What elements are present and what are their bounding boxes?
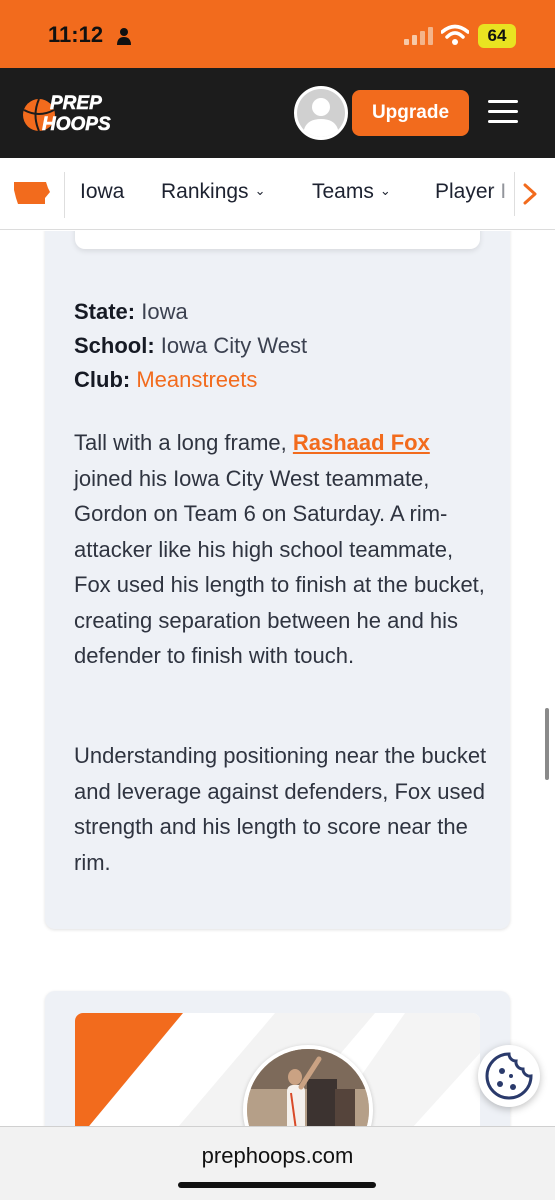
site-header: PREP HOOPS Upgrade: [0, 68, 555, 158]
club-line: Club: Meanstreets: [74, 367, 258, 392]
chevron-down-icon: ⌄: [254, 183, 266, 198]
cookie-settings-button[interactable]: [478, 1045, 540, 1107]
nav-fade: [490, 158, 516, 229]
nav-scroll-right-button[interactable]: [514, 172, 544, 216]
player-card-footer: [75, 231, 480, 249]
state-line: State: Iowa: [74, 299, 188, 324]
user-avatar-icon: [297, 89, 345, 137]
upgrade-button[interactable]: Upgrade: [352, 90, 469, 136]
chevron-right-icon: [523, 183, 537, 205]
player-name-link[interactable]: Rashaad Fox: [293, 430, 430, 455]
scrollbar[interactable]: [545, 708, 549, 780]
browser-url-bar[interactable]: prephoops.com: [0, 1126, 555, 1200]
hamburger-menu-icon[interactable]: [488, 100, 518, 126]
logo-line2: HOOPS: [42, 114, 111, 135]
url-text[interactable]: prephoops.com: [0, 1143, 555, 1169]
school-line: School: Iowa City West: [74, 333, 308, 358]
content-area: State: Iowa School: Iowa City West Club:…: [0, 231, 555, 1126]
cellular-signal-icon: [404, 27, 433, 45]
state-nav-bar: Iowa Rankings ⌄ Teams ⌄ Player I: [0, 158, 555, 230]
prephoops-logo[interactable]: PREP HOOPS: [22, 88, 134, 138]
player-banner: [75, 1013, 480, 1126]
nav-item-iowa[interactable]: Iowa: [80, 180, 124, 204]
article-paragraph-2: Understanding positioning near the bucke…: [74, 743, 487, 875]
nav-item-rankings[interactable]: Rankings ⌄: [161, 180, 265, 204]
status-time: 11:12: [48, 22, 104, 47]
article-paragraph-1: Tall with a long frame, Rashaad Fox join…: [74, 430, 485, 668]
person-icon: [117, 28, 131, 45]
user-avatar-button[interactable]: [294, 86, 348, 140]
cookie-icon: [485, 1052, 533, 1100]
wifi-icon: [441, 24, 469, 45]
nav-item-teams[interactable]: Teams ⌄: [312, 180, 391, 204]
nav-divider: [64, 172, 65, 218]
article-card: State: Iowa School: Iowa City West Club:…: [45, 231, 510, 929]
home-indicator: [178, 1182, 376, 1188]
logo-line1: PREP: [50, 93, 102, 114]
next-player-card: [45, 991, 510, 1126]
chevron-down-icon: ⌄: [379, 183, 391, 198]
club-link[interactable]: Meanstreets: [136, 367, 257, 392]
iowa-state-icon[interactable]: [12, 180, 50, 206]
battery-indicator: 64: [478, 24, 516, 48]
status-bar: 11:12 64: [0, 0, 555, 68]
